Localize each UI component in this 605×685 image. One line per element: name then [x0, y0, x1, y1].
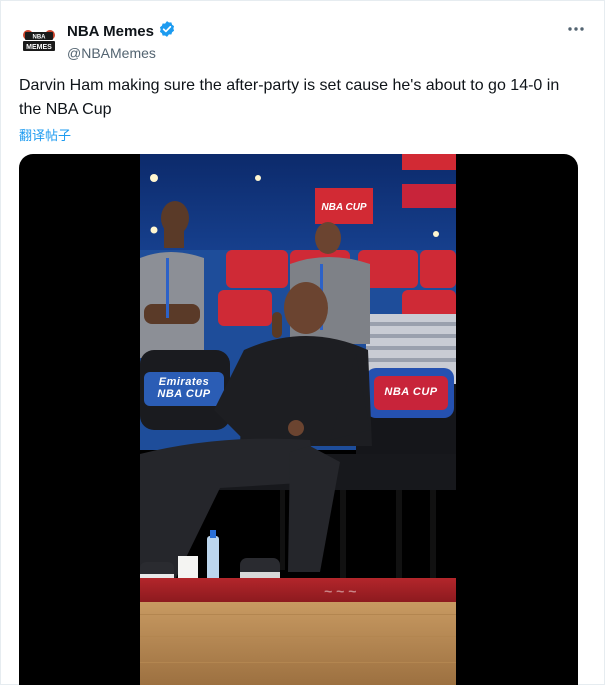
avatar[interactable]: NBA MEMES	[19, 21, 59, 61]
nba-memes-logo-icon: NBA MEMES	[20, 22, 58, 60]
tweet-header: NBA MEMES NBA Memes @NBAMemes	[19, 19, 176, 63]
svg-text:NBA: NBA	[33, 35, 47, 41]
name-row: NBA Memes	[67, 20, 176, 43]
tweet-video[interactable]: NBA CUP ~ ~ ~ Emirates NBA CUP NBA CUP	[19, 154, 578, 685]
tweet-text: Darvin Ham making sure the after-party i…	[19, 77, 560, 118]
video-frame[interactable]: NBA CUP ~ ~ ~ Emirates NBA CUP NBA CUP	[140, 154, 456, 685]
user-handle[interactable]: @NBAMemes	[67, 45, 176, 62]
translate-post-link[interactable]: 翻译帖子	[19, 125, 71, 144]
nba-cup-sign-left: Emirates NBA CUP	[157, 376, 211, 400]
nba-cup-sign-right: NBA CUP	[384, 386, 438, 398]
verified-badge-icon	[158, 20, 176, 43]
svg-text:NBA CUP: NBA CUP	[321, 202, 367, 213]
more-options-icon[interactable]	[566, 19, 586, 44]
name-block: NBA Memes @NBAMemes	[67, 20, 176, 62]
svg-text:MEMES: MEMES	[26, 44, 52, 51]
video-still: NBA CUP ~ ~ ~	[140, 154, 456, 685]
svg-text:~ ~ ~: ~ ~ ~	[324, 583, 356, 599]
tweet-card: NBA MEMES NBA Memes @NBAMemes Darvin Ham…	[0, 0, 605, 685]
display-name[interactable]: NBA Memes	[67, 23, 154, 41]
